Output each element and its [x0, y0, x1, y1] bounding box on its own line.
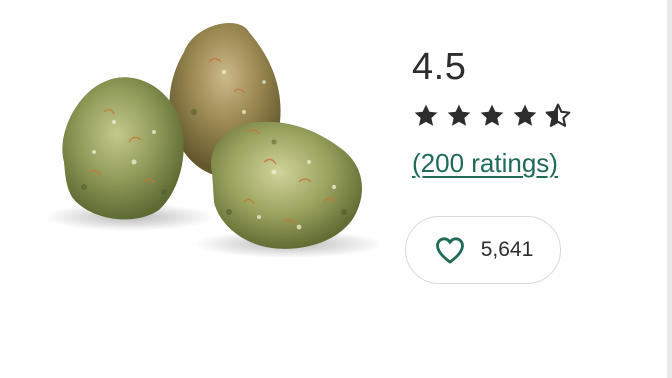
star-full-icon	[480, 104, 504, 126]
star-full-icon	[414, 104, 438, 126]
favorite-button[interactable]: 5,641	[405, 216, 561, 284]
star-half-icon	[545, 103, 571, 127]
star-full-icon	[447, 104, 471, 126]
rating-summary: 4.5 (200 ratings)	[412, 44, 652, 178]
cannabis-buds-image	[44, 22, 380, 258]
star-full-icon	[513, 104, 537, 126]
ratings-count-link[interactable]: (200 ratings)	[412, 148, 558, 178]
heart-outline-icon	[435, 237, 464, 264]
rating-value: 4.5	[412, 46, 467, 88]
star-rating	[412, 102, 652, 130]
scrollbar[interactable]	[667, 0, 672, 378]
favorite-count: 5,641	[480, 238, 534, 261]
